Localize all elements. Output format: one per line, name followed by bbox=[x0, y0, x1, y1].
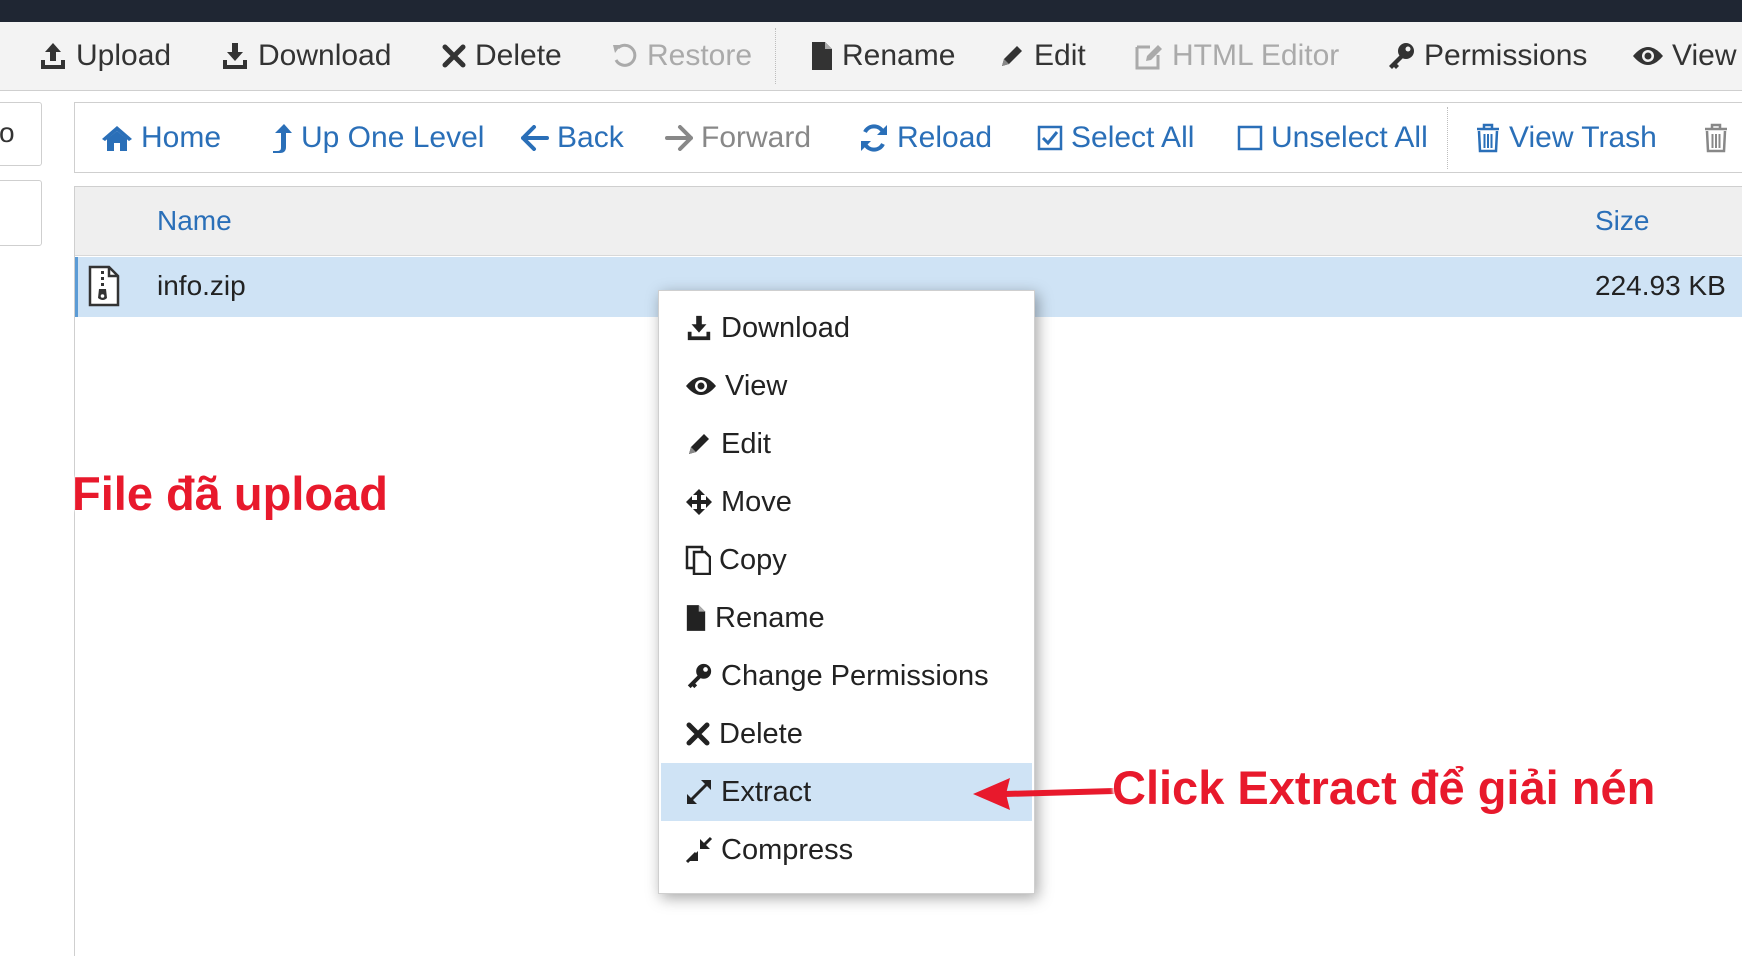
html-editor-label: HTML Editor bbox=[1172, 39, 1340, 72]
context-move-item[interactable]: Move bbox=[661, 473, 1032, 531]
file-table-header: Name Size bbox=[75, 187, 1742, 256]
x-icon bbox=[442, 44, 466, 68]
name-column-header[interactable]: Name bbox=[157, 205, 232, 237]
html-editor-button[interactable]: HTML Editor bbox=[1134, 22, 1339, 90]
upload-label: Upload bbox=[76, 39, 172, 72]
restore-button[interactable]: Restore bbox=[611, 22, 752, 90]
context-copy-label: Copy bbox=[719, 543, 787, 576]
context-edit-label: Edit bbox=[721, 427, 771, 460]
context-delete-label: Delete bbox=[719, 717, 803, 750]
context-view-item[interactable]: View bbox=[661, 357, 1032, 415]
copy-icon bbox=[685, 545, 711, 575]
zip-file-icon bbox=[88, 265, 120, 307]
context-download-label: Download bbox=[721, 311, 850, 344]
expand-icon bbox=[687, 780, 711, 804]
nav-divider bbox=[1447, 107, 1448, 169]
context-delete-item[interactable]: Delete bbox=[661, 705, 1032, 763]
select-all-label: Select All bbox=[1071, 120, 1195, 154]
edit-button[interactable]: Edit bbox=[998, 22, 1086, 90]
checkbox-checked-icon bbox=[1037, 125, 1063, 150]
move-icon bbox=[686, 489, 712, 515]
context-change-permissions-label: Change Permissions bbox=[721, 659, 989, 692]
file-icon bbox=[812, 42, 832, 70]
context-edit-item[interactable]: Edit bbox=[661, 415, 1032, 473]
arrow-right-icon bbox=[665, 124, 693, 151]
pencil-icon bbox=[689, 434, 709, 454]
left-panel-control[interactable]: o bbox=[0, 102, 42, 166]
click-extract-annotation: Click Extract để giải nén bbox=[1112, 761, 1656, 814]
trash-icon bbox=[1477, 123, 1499, 152]
context-rename-item[interactable]: Rename bbox=[661, 589, 1032, 647]
view-label: View bbox=[1672, 39, 1737, 72]
unselect-all-button[interactable]: Unselect All bbox=[1237, 103, 1428, 172]
top-bar bbox=[0, 0, 1742, 22]
file-manager-toolbar: Upload Download Delete Restore Rename Ed… bbox=[0, 22, 1742, 91]
download-icon bbox=[687, 315, 711, 341]
view-trash-label: View Trash bbox=[1509, 120, 1657, 154]
upload-button[interactable]: Upload bbox=[38, 22, 171, 90]
toolbar-divider bbox=[775, 28, 776, 84]
context-download-item[interactable]: Download bbox=[661, 299, 1032, 357]
edit-square-icon bbox=[1135, 45, 1162, 70]
context-extract-label: Extract bbox=[721, 775, 812, 808]
left-panel-label: o bbox=[0, 117, 15, 148]
home-label: Home bbox=[141, 120, 222, 154]
checkbox-empty-icon bbox=[1237, 125, 1263, 150]
context-change-permissions-item[interactable]: Change Permissions bbox=[661, 647, 1032, 705]
file-size: 224.93 KB bbox=[1595, 270, 1726, 301]
forward-button[interactable]: Forward bbox=[665, 103, 811, 172]
permissions-label: Permissions bbox=[1424, 39, 1588, 72]
home-icon bbox=[102, 125, 132, 151]
select-all-button[interactable]: Select All bbox=[1037, 103, 1194, 172]
rename-label: Rename bbox=[842, 39, 956, 72]
context-compress-label: Compress bbox=[721, 833, 854, 866]
reload-button[interactable]: Reload bbox=[859, 103, 992, 172]
context-view-label: View bbox=[725, 369, 788, 402]
arrow-left-icon bbox=[521, 124, 549, 151]
x-icon bbox=[686, 722, 710, 746]
up-one-level-button[interactable]: Up One Level bbox=[271, 103, 484, 172]
left-panel-input[interactable] bbox=[0, 180, 42, 246]
context-move-label: Move bbox=[721, 485, 792, 518]
empty-trash-button[interactable] bbox=[1703, 103, 1729, 172]
context-compress-item[interactable]: Compress bbox=[661, 821, 1032, 879]
restore-label: Restore bbox=[647, 39, 753, 72]
back-label: Back bbox=[557, 120, 624, 154]
context-rename-label: Rename bbox=[715, 601, 825, 634]
key-icon bbox=[1389, 43, 1414, 69]
context-copy-item[interactable]: Copy bbox=[661, 531, 1032, 589]
reload-label: Reload bbox=[897, 120, 993, 154]
upload-icon bbox=[41, 43, 65, 69]
rename-button[interactable]: Rename bbox=[810, 22, 955, 90]
size-column-header[interactable]: Size bbox=[1595, 205, 1649, 237]
forward-label: Forward bbox=[701, 120, 812, 154]
delete-label: Delete bbox=[475, 39, 562, 72]
download-icon bbox=[223, 43, 247, 69]
back-button[interactable]: Back bbox=[521, 103, 624, 172]
file-name: info.zip bbox=[157, 270, 246, 301]
pencil-icon bbox=[1002, 46, 1022, 66]
arrow-left-icon bbox=[973, 778, 1115, 810]
trash-icon bbox=[1705, 123, 1727, 152]
download-button[interactable]: Download bbox=[220, 22, 391, 90]
view-button[interactable]: View bbox=[1632, 22, 1736, 90]
edit-label: Edit bbox=[1034, 39, 1086, 72]
level-up-icon bbox=[273, 123, 292, 153]
up-one-level-label: Up One Level bbox=[301, 120, 485, 154]
view-trash-button[interactable]: View Trash bbox=[1475, 103, 1657, 172]
navigation-toolbar: Home Up One Level Back Forward Reload Se… bbox=[74, 102, 1742, 173]
eye-icon bbox=[1633, 47, 1663, 65]
undo-icon bbox=[613, 43, 637, 67]
download-label: Download bbox=[258, 39, 392, 72]
compress-icon bbox=[685, 836, 713, 864]
home-button[interactable]: Home bbox=[101, 103, 221, 172]
eye-icon bbox=[686, 377, 716, 395]
permissions-button[interactable]: Permissions bbox=[1386, 22, 1587, 90]
unselect-all-label: Unselect All bbox=[1271, 120, 1428, 154]
file-uploaded-annotation: File đã upload bbox=[72, 467, 388, 520]
delete-button[interactable]: Delete bbox=[441, 22, 562, 90]
key-icon bbox=[687, 663, 712, 689]
file-icon bbox=[686, 605, 706, 631]
refresh-icon bbox=[861, 123, 887, 152]
